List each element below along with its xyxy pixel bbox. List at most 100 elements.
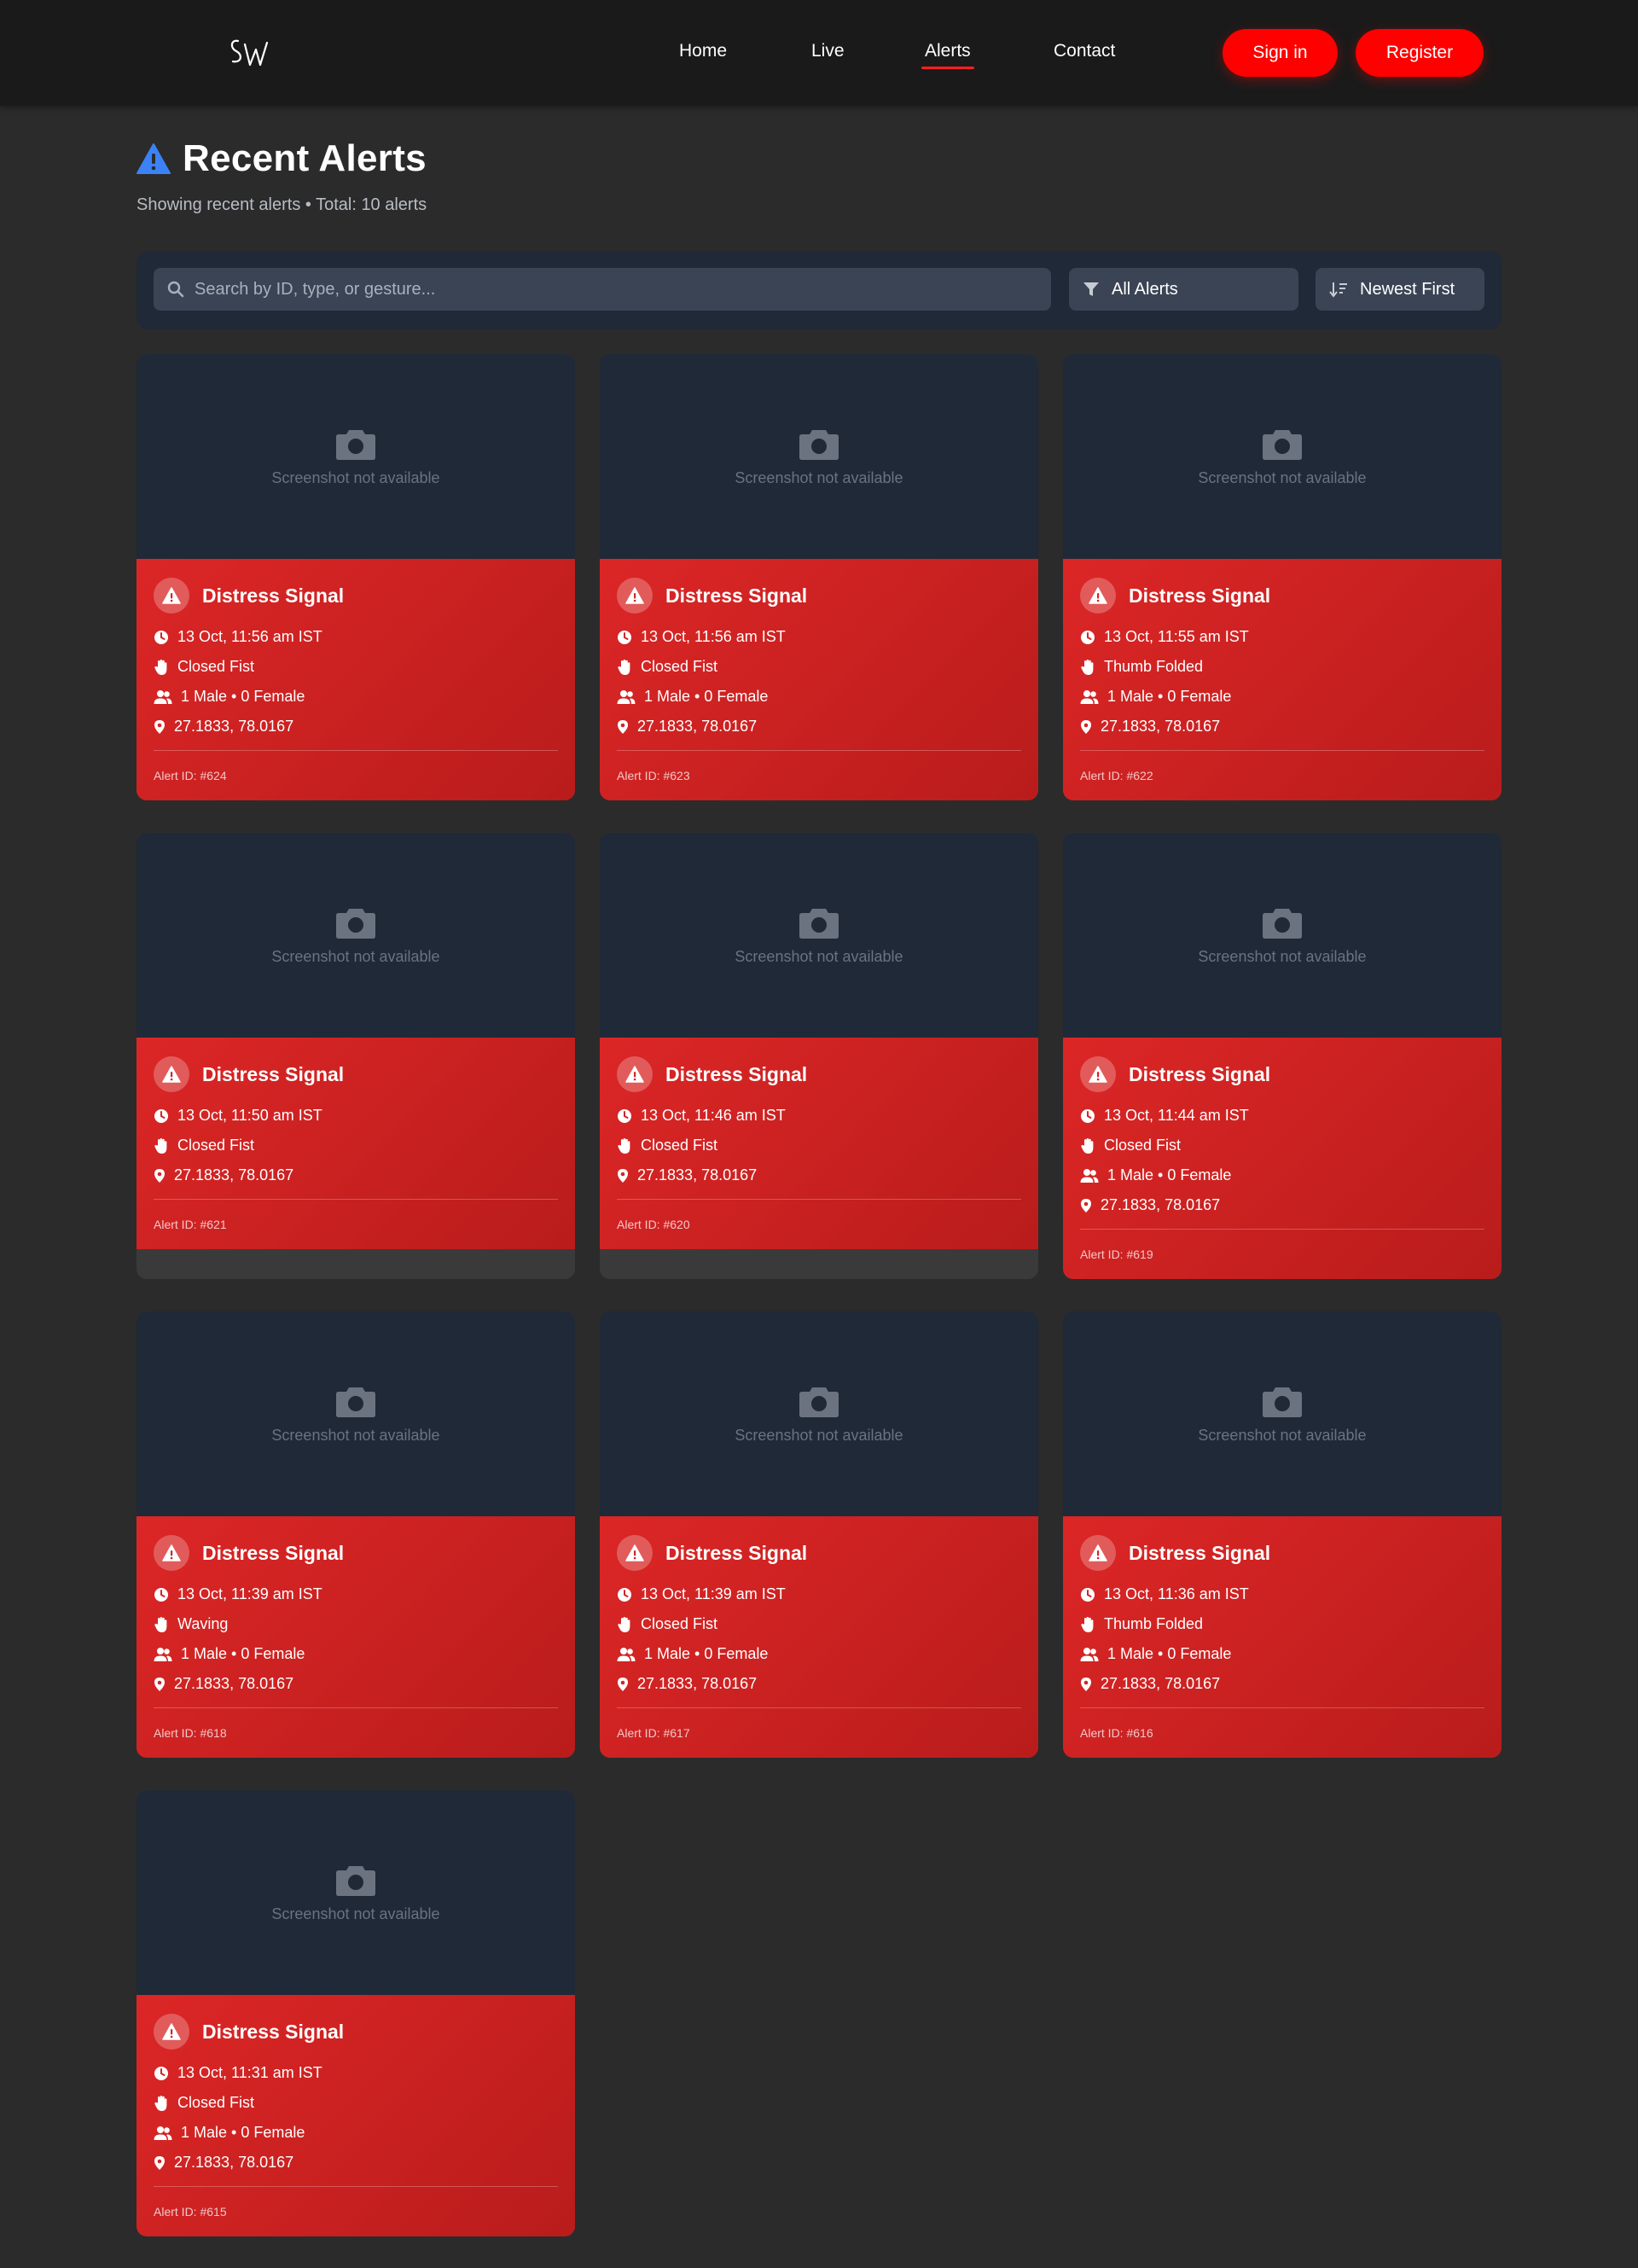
search-input[interactable] <box>195 279 1014 299</box>
alert-location-row: 27.1833, 78.0167 <box>154 1160 558 1190</box>
screenshot-unavailable-text: Screenshot not available <box>1198 468 1367 486</box>
alert-gesture-row: Waving <box>154 1609 558 1639</box>
alert-id: Alert ID: #615 <box>154 2205 227 2219</box>
alert-gesture: Closed Fist <box>641 1615 718 1632</box>
hand-icon <box>618 1616 630 1632</box>
alert-badge <box>154 578 189 614</box>
location-pin-icon <box>154 1168 165 1183</box>
alert-location: 27.1833, 78.0167 <box>174 2154 294 2171</box>
alert-badge <box>1080 1056 1116 1092</box>
alert-card[interactable]: Screenshot not available Distress Signal <box>136 833 575 1279</box>
alert-time: 13 Oct, 11:31 am IST <box>177 2064 322 2081</box>
alert-gesture-row: Thumb Folded <box>1080 652 1484 682</box>
signin-button[interactable]: Sign in <box>1223 29 1338 77</box>
camera-icon <box>799 908 839 939</box>
warning-icon <box>162 1066 181 1083</box>
alert-badge <box>154 1535 189 1571</box>
camera-icon <box>336 1387 375 1417</box>
alert-time-row: 13 Oct, 11:56 am IST <box>617 622 1021 652</box>
clock-icon <box>1081 1587 1095 1602</box>
alert-gesture: Thumb Folded <box>1104 658 1204 675</box>
alert-location-row: 27.1833, 78.0167 <box>1080 1190 1484 1220</box>
location-pin-icon <box>618 1168 628 1183</box>
alert-id: Alert ID: #617 <box>617 1726 690 1740</box>
alert-location-row: 27.1833, 78.0167 <box>617 1669 1021 1699</box>
screenshot-unavailable-text: Screenshot not available <box>271 1426 440 1444</box>
hand-icon <box>1081 1137 1094 1154</box>
hand-icon <box>154 1137 167 1154</box>
clock-icon <box>618 1108 631 1123</box>
search-box <box>154 268 1051 311</box>
alert-card[interactable]: Screenshot not available Distress Signal <box>600 1311 1038 1758</box>
type-filter-select[interactable]: All Alerts <box>1069 268 1298 311</box>
alert-time-row: 13 Oct, 11:50 am IST <box>154 1101 558 1131</box>
hand-icon <box>618 1137 630 1154</box>
alert-gesture: Closed Fist <box>177 2094 255 2111</box>
hand-icon <box>1081 659 1094 675</box>
hand-icon <box>618 659 630 675</box>
nav-alerts[interactable]: Alerts <box>921 41 974 69</box>
users-icon <box>154 2126 172 2140</box>
alert-time: 13 Oct, 11:44 am IST <box>1104 1107 1249 1124</box>
alert-card[interactable]: Screenshot not available Distress Signal <box>1063 833 1502 1279</box>
alert-people: 1 Male • 0 Female <box>644 1645 769 1662</box>
alert-location: 27.1833, 78.0167 <box>174 718 294 735</box>
warning-icon <box>162 2023 181 2040</box>
location-pin-icon <box>154 719 165 734</box>
filter-icon <box>1083 282 1099 296</box>
camera-icon <box>336 429 375 460</box>
alert-people: 1 Male • 0 Female <box>181 1645 305 1662</box>
alert-location-row: 27.1833, 78.0167 <box>617 1160 1021 1190</box>
alert-card[interactable]: Screenshot not available Distress Signal <box>136 1311 575 1758</box>
alert-card[interactable]: Screenshot not available Distress Signal <box>136 354 575 800</box>
screenshot-placeholder: Screenshot not available <box>136 1311 575 1516</box>
alert-title: Distress Signal <box>202 1541 345 1564</box>
alert-people: 1 Male • 0 Female <box>1107 1645 1232 1662</box>
alert-id: Alert ID: #624 <box>154 769 227 782</box>
alert-time-row: 13 Oct, 11:31 am IST <box>154 2058 558 2088</box>
camera-icon <box>799 1387 839 1417</box>
logo[interactable] <box>226 32 272 73</box>
clock-icon <box>154 2066 168 2080</box>
nav-live[interactable]: Live <box>811 41 845 61</box>
warning-icon <box>625 1066 644 1083</box>
screenshot-unavailable-text: Screenshot not available <box>271 468 440 486</box>
alert-gesture-row: Closed Fist <box>617 652 1021 682</box>
alert-card[interactable]: Screenshot not available Distress Signal <box>136 1790 575 2236</box>
users-icon <box>1080 1647 1099 1661</box>
alert-card[interactable]: Screenshot not available Distress Signal <box>1063 1311 1502 1758</box>
camera-icon <box>336 1865 375 1896</box>
alert-id: Alert ID: #620 <box>617 1218 690 1231</box>
alert-location: 27.1833, 78.0167 <box>637 1675 758 1692</box>
alert-id: Alert ID: #621 <box>154 1218 227 1231</box>
warning-icon <box>625 1544 644 1561</box>
alert-card[interactable]: Screenshot not available Distress Signal <box>600 354 1038 800</box>
register-button[interactable]: Register <box>1356 29 1484 77</box>
alert-time: 13 Oct, 11:46 am IST <box>641 1107 786 1124</box>
location-pin-icon <box>1081 1677 1091 1691</box>
nav-home[interactable]: Home <box>679 41 727 61</box>
alert-card[interactable]: Screenshot not available Distress Signal <box>1063 354 1502 800</box>
nav-contact[interactable]: Contact <box>1054 41 1115 61</box>
alert-gesture: Closed Fist <box>641 1137 718 1154</box>
alert-card[interactable]: Screenshot not available Distress Signal <box>600 833 1038 1279</box>
alert-people-row: 1 Male • 0 Female <box>154 682 558 712</box>
alert-people-row: 1 Male • 0 Female <box>1080 1160 1484 1190</box>
alert-time-row: 13 Oct, 11:56 am IST <box>154 622 558 652</box>
warning-icon <box>136 143 171 174</box>
alert-time-row: 13 Oct, 11:36 am IST <box>1080 1579 1484 1609</box>
alert-location-row: 27.1833, 78.0167 <box>1080 1669 1484 1699</box>
alert-badge <box>154 1056 189 1092</box>
clock-icon <box>618 630 631 644</box>
alert-title: Distress Signal <box>1129 1541 1271 1564</box>
screenshot-placeholder: Screenshot not available <box>1063 1311 1502 1516</box>
alert-badge <box>617 1535 653 1571</box>
camera-icon <box>1263 908 1302 939</box>
alert-title: Distress Signal <box>202 2020 345 2043</box>
screenshot-placeholder: Screenshot not available <box>136 354 575 559</box>
alert-time: 13 Oct, 11:56 am IST <box>641 628 786 645</box>
type-filter-value: All Alerts <box>1112 279 1178 299</box>
sort-select[interactable]: Newest First <box>1316 268 1484 311</box>
alert-people-row: 1 Male • 0 Female <box>154 2118 558 2148</box>
alert-title: Distress Signal <box>202 584 345 607</box>
